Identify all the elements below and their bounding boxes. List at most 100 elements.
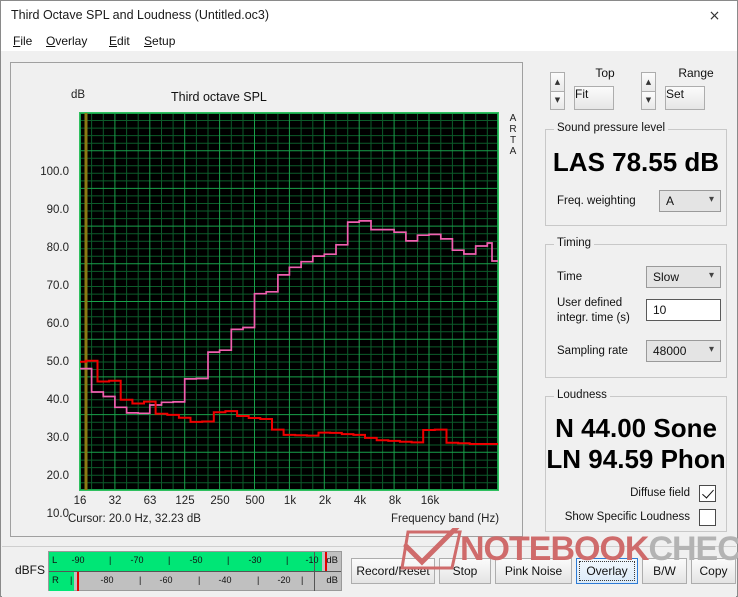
- arta-letter-a: A: [509, 113, 517, 124]
- show-specific-loudness-label: Show Specific Loudness: [564, 511, 690, 523]
- sampling-rate-value: 48000: [653, 344, 687, 358]
- pink-noise-button[interactable]: Pink Noise: [495, 558, 572, 584]
- meter-tick--90: -90: [71, 555, 85, 565]
- y-tick-20: 20.0: [46, 470, 69, 482]
- window-title: Third Octave SPL and Loudness (Untitled.…: [11, 8, 270, 22]
- range-set-button[interactable]: Set: [665, 86, 705, 110]
- range-label: Range: [678, 66, 714, 80]
- y-tick-60: 60.0: [46, 318, 69, 330]
- meter-tick-pipe-2: |: [168, 555, 171, 565]
- graph-panel: dB Third octave SPL A R T A 100.0 90.0 8…: [10, 62, 523, 537]
- title-bar: Third Octave SPL and Loudness (Untitled.…: [1, 1, 737, 31]
- sound-pressure-level-group: Sound pressure level LAS 78.55 dB Freq. …: [545, 122, 727, 226]
- meter-right-unit: dB: [326, 575, 338, 586]
- menu-bar: File Overlay Edit Setup: [1, 31, 737, 51]
- overlay-button-focus-ring: [579, 561, 635, 581]
- integr-time-input[interactable]: 10: [646, 299, 721, 321]
- overlay-button[interactable]: Overlay: [576, 558, 638, 584]
- integr-time-label-line1: User defined: [557, 297, 623, 309]
- meter-tick-pipe-3: |: [227, 555, 230, 565]
- x-axis-title: Frequency band (Hz): [391, 513, 500, 525]
- spl-plot-svg: [80, 113, 498, 490]
- meter-row-right: R | -80 | -60 | -40 | -20 | dB: [49, 572, 341, 591]
- sampling-rate-select[interactable]: 48000 ▾: [646, 340, 721, 362]
- freq-weighting-label: Freq. weighting: [557, 195, 636, 207]
- loudness-phon-value: LN 94.59 Phon: [546, 444, 726, 474]
- top-fit-button[interactable]: Fit: [574, 86, 614, 110]
- meter-left-channel-label: L: [52, 555, 58, 566]
- timing-group: Timing Time Slow ▾ User defined integr. …: [545, 237, 727, 378]
- client-area: dB Third octave SPL A R T A 100.0 90.0 8…: [2, 51, 736, 546]
- bottom-bar: dBFS L -90 | -70 | -50 | -30 | -10 dB R …: [2, 546, 736, 597]
- x-tick-250: 250: [210, 495, 230, 507]
- meter-right-unit-separator: [314, 572, 315, 591]
- top-spinner-up[interactable]: ▲: [550, 72, 565, 91]
- copy-button[interactable]: Copy: [691, 558, 736, 584]
- bw-button[interactable]: B/W: [642, 558, 687, 584]
- time-label: Time: [557, 271, 583, 283]
- meter-tick-pipe-9: |: [301, 575, 304, 585]
- dbfs-label: dBFS: [15, 563, 46, 577]
- diffuse-field-checkbox[interactable]: [699, 485, 716, 502]
- time-select[interactable]: Slow ▾: [646, 266, 721, 288]
- range-control-group: ▲ ▼ Range Set: [641, 66, 731, 116]
- range-spinner-down[interactable]: ▼: [641, 91, 656, 110]
- freq-weighting-value: A: [666, 194, 675, 208]
- meter-left-unit: dB: [326, 555, 338, 566]
- top-label: Top: [595, 66, 615, 80]
- menu-item-edit[interactable]: Edit: [105, 33, 134, 49]
- meter-tick-pipe-8: |: [257, 575, 260, 585]
- y-tick-30: 30.0: [46, 432, 69, 444]
- diffuse-field-label: Diffuse field: [630, 487, 690, 499]
- x-tick-125: 125: [175, 495, 195, 507]
- meter-tick--60: -60: [159, 575, 173, 585]
- meter-tick--70: -70: [130, 555, 144, 565]
- menu-item-overlay[interactable]: Overlay: [42, 33, 91, 49]
- close-icon[interactable]: ×: [692, 1, 737, 31]
- x-tick-2k: 2k: [318, 495, 332, 507]
- x-tick-1k: 1k: [283, 495, 297, 507]
- arta-letter-r: R: [509, 124, 517, 135]
- sampling-rate-label: Sampling rate: [557, 345, 628, 357]
- grid-major: [80, 113, 498, 490]
- loudness-group: Loudness N 44.00 Sone LN 94.59 Phon Diff…: [545, 389, 727, 532]
- integr-time-label-line2: integr. time (s): [557, 312, 630, 324]
- y-tick-90: 90.0: [46, 204, 69, 216]
- loudness-sone-value: N 44.00 Sone: [555, 413, 717, 443]
- freq-weighting-select[interactable]: A ▾: [659, 190, 721, 212]
- x-tick-500: 500: [245, 495, 265, 507]
- meter-row-left: L -90 | -70 | -50 | -30 | -10 dB: [49, 552, 341, 571]
- chevron-down-icon: ▾: [708, 344, 714, 355]
- y-axis-unit-label: dB: [71, 89, 86, 101]
- range-spinner[interactable]: ▲ ▼: [641, 72, 656, 110]
- meter-tick--50: -50: [189, 555, 203, 565]
- x-tick-8k: 8k: [388, 495, 402, 507]
- y-tick-80: 80.0: [46, 242, 69, 254]
- range-spinner-up[interactable]: ▲: [641, 72, 656, 91]
- top-spinner-down[interactable]: ▼: [550, 91, 565, 110]
- y-tick-50: 50.0: [46, 356, 69, 368]
- dbfs-level-meter[interactable]: L -90 | -70 | -50 | -30 | -10 dB R | -80: [48, 551, 342, 591]
- meter-tick--10: -10: [305, 555, 319, 565]
- y-tick-10: 10.0: [46, 508, 69, 520]
- meter-tick-pipe-6: |: [139, 575, 142, 585]
- arta-letter-a2: A: [509, 146, 517, 157]
- x-tick-16: 16: [73, 495, 87, 507]
- meter-tick--30: -30: [248, 555, 262, 565]
- record-reset-button[interactable]: Record/Reset: [351, 558, 435, 584]
- chevron-down-icon: ▾: [708, 270, 714, 281]
- arta-letter-t: T: [509, 135, 517, 146]
- cursor-readout: Cursor: 20.0 Hz, 32.23 dB: [68, 513, 201, 525]
- stop-button[interactable]: Stop: [439, 558, 491, 584]
- menu-item-file[interactable]: File: [9, 33, 36, 49]
- meter-tick-pipe-7: |: [198, 575, 201, 585]
- plot-area[interactable]: [79, 112, 499, 491]
- x-tick-16k: 16k: [420, 495, 440, 507]
- y-tick-100: 100.0: [40, 166, 69, 178]
- menu-item-setup[interactable]: Setup: [140, 33, 179, 49]
- top-spinner[interactable]: ▲ ▼: [550, 72, 565, 110]
- spl-value: LAS 78.55 dB: [552, 147, 720, 177]
- meter-tick-pipe-1: |: [109, 555, 112, 565]
- y-tick-40: 40.0: [46, 394, 69, 406]
- show-specific-loudness-checkbox[interactable]: [699, 509, 716, 526]
